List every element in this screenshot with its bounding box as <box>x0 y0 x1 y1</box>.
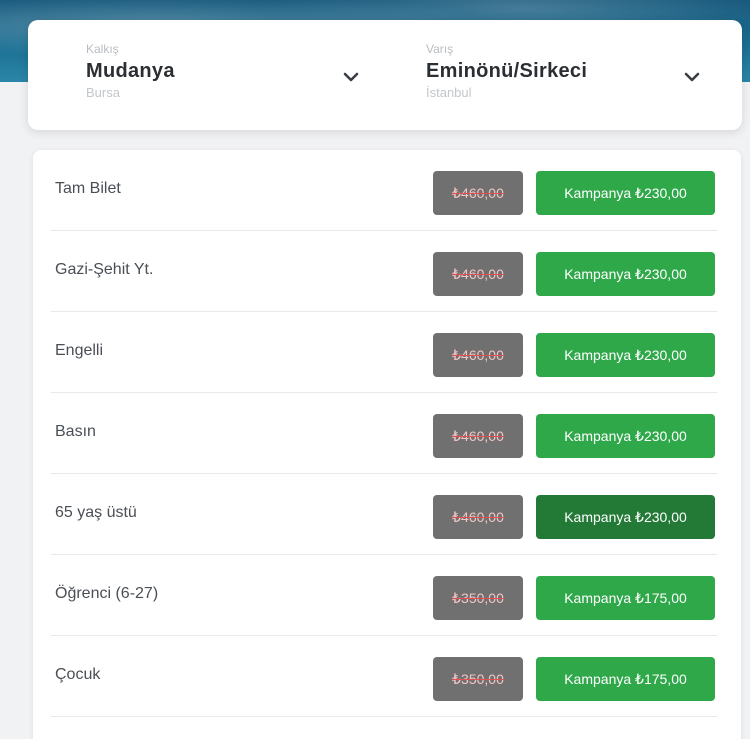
fare-row: Gazi-Şehit Yt. ₺460,00 Kampanya ₺230,00 <box>33 231 741 312</box>
fare-name: Çocuk <box>55 666 101 683</box>
route-selector: Kalkış Mudanya Bursa Varış Eminönü/Sirke… <box>28 20 742 130</box>
fare-row: Çocuk ₺350,00 Kampanya ₺175,00 <box>33 636 741 717</box>
promo-price-button[interactable]: Kampanya ₺175,00 <box>536 576 715 620</box>
fare-name: Öğrenci (6-27) <box>55 585 159 602</box>
old-price: ₺460,00 <box>433 333 523 377</box>
promo-price-button[interactable]: Kampanya ₺230,00 <box>536 333 715 377</box>
old-price: ₺460,00 <box>433 171 523 215</box>
fare-name: Engelli <box>55 342 104 359</box>
old-price: ₺460,00 <box>433 495 523 539</box>
old-price: ₺460,00 <box>433 414 523 458</box>
fare-row: Öğrenci (6-27) ₺350,00 Kampanya ₺175,00 <box>33 555 741 636</box>
row-divider <box>51 716 717 717</box>
old-price: ₺460,00 <box>433 252 523 296</box>
fare-name: Basın <box>55 423 96 440</box>
fare-name: Gazi-Şehit Yt. <box>55 261 154 278</box>
chevron-down-icon[interactable] <box>681 66 703 88</box>
promo-price-button[interactable]: Kampanya ₺230,00 <box>536 414 715 458</box>
fare-name: 65 yaş üstü <box>55 504 137 521</box>
fare-list: Tam Bilet ₺460,00 Kampanya ₺230,00 Gazi-… <box>33 150 741 739</box>
departure-label: Kalkış <box>86 42 119 56</box>
arrival-label: Varış <box>426 42 454 56</box>
old-price: ₺350,00 <box>433 576 523 620</box>
promo-price-button[interactable]: Kampanya ₺230,00 <box>536 252 715 296</box>
promo-price-button[interactable]: Kampanya ₺175,00 <box>536 657 715 701</box>
chevron-down-icon[interactable] <box>340 66 362 88</box>
fare-name: Tam Bilet <box>55 180 121 197</box>
fare-row: 65 yaş üstü ₺460,00 Kampanya ₺230,00 <box>33 474 741 555</box>
promo-price-button[interactable]: Kampanya ₺230,00 <box>536 495 715 539</box>
fare-row: Basın ₺460,00 Kampanya ₺230,00 <box>33 393 741 474</box>
fare-row: Engelli ₺460,00 Kampanya ₺230,00 <box>33 312 741 393</box>
promo-price-button[interactable]: Kampanya ₺230,00 <box>536 171 715 215</box>
fare-row: Tam Bilet ₺460,00 Kampanya ₺230,00 <box>33 150 741 231</box>
old-price: ₺350,00 <box>433 657 523 701</box>
